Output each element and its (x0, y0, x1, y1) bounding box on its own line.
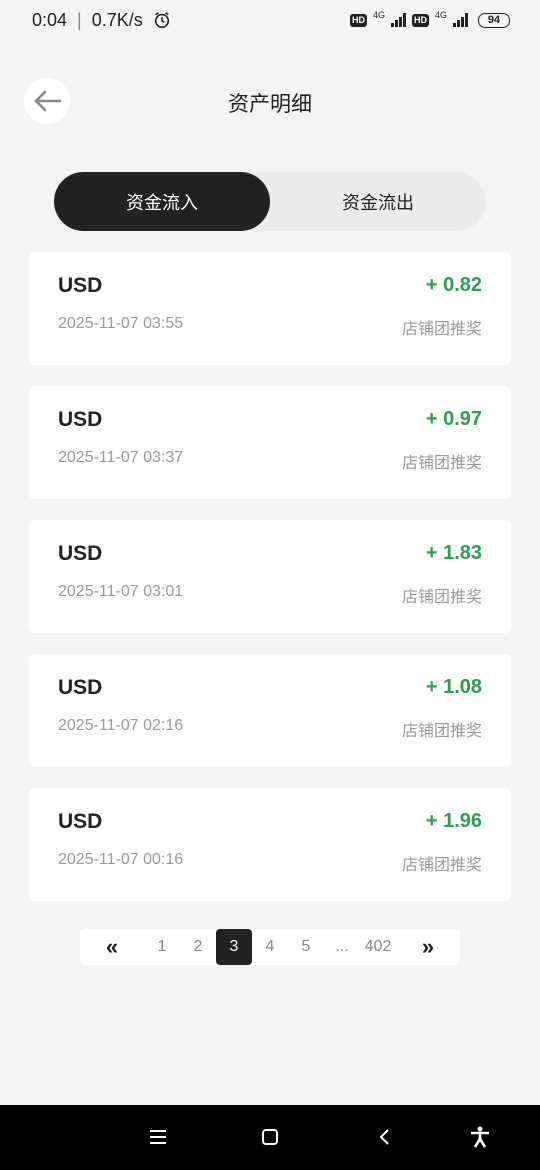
status-right: HD 4G HD 4G 94 (349, 10, 510, 28)
hd-badge-1: HD (349, 13, 367, 27)
chevron-left-icon (379, 1129, 389, 1145)
record-time: 2025-11-07 00:16 (58, 851, 184, 868)
next-page-button[interactable]: » (396, 929, 460, 965)
alarm-icon (154, 12, 169, 29)
tab-switcher: 资金流入 资金流出 (54, 172, 486, 231)
status-left: 0:04 | 0.7K/s (32, 10, 171, 31)
signal-icon-2 (453, 13, 468, 27)
battery-level: 94 (487, 13, 501, 26)
record-list: USD + 0.82 2025-11-07 03:55 店铺团推奖 USD + … (29, 252, 511, 922)
record-currency: USD (58, 810, 103, 833)
home-button[interactable] (250, 1117, 290, 1157)
network-type-2: 4G (434, 10, 447, 20)
battery-icon: 94 (478, 12, 510, 28)
menu-icon (150, 1130, 166, 1144)
status-time: 0:04 (32, 9, 68, 30)
status-separator: | (77, 9, 82, 30)
record-currency: USD (58, 542, 103, 565)
page-button-5[interactable]: 5 (288, 929, 324, 965)
record-time: 2025-11-07 03:55 (58, 315, 184, 332)
record-time: 2025-11-07 03:37 (58, 449, 184, 466)
list-item: USD + 0.82 2025-11-07 03:55 店铺团推奖 (29, 252, 511, 365)
record-type: 店铺团推奖 (401, 857, 482, 874)
record-type: 店铺团推奖 (401, 589, 482, 606)
page-button-4[interactable]: 4 (252, 929, 288, 965)
record-type: 店铺团推奖 (401, 455, 482, 472)
prev-page-button[interactable]: « (80, 929, 144, 965)
home-icon (262, 1129, 278, 1145)
page-button-2[interactable]: 2 (180, 929, 216, 965)
page-ellipsis: ... (324, 929, 360, 965)
page-button-current[interactable]: 3 (216, 929, 252, 965)
list-item: USD + 1.96 2025-11-07 00:16 店铺团推奖 (29, 788, 511, 901)
hd-badge-2: HD (411, 13, 429, 27)
page-button-1[interactable]: 1 (144, 929, 180, 965)
record-amount: + 1.83 (425, 542, 482, 564)
signal-icon-1 (390, 13, 406, 27)
network-speed: 0.7K/s (91, 9, 143, 30)
network-type-1: 4G (372, 10, 385, 20)
tab-outflow[interactable]: 资金流出 (270, 172, 486, 231)
system-back-button[interactable] (364, 1117, 404, 1157)
record-amount: + 1.08 (425, 676, 482, 698)
record-currency: USD (58, 274, 103, 297)
list-item: USD + 1.08 2025-11-07 02:16 店铺团推奖 (29, 654, 511, 767)
record-amount: + 0.97 (425, 408, 482, 430)
accessibility-button[interactable] (460, 1117, 500, 1157)
record-currency: USD (58, 676, 103, 699)
record-amount: + 0.82 (425, 274, 482, 296)
page-title: 资产明细 (228, 93, 312, 116)
record-type: 店铺团推奖 (401, 321, 482, 338)
record-type: 店铺团推奖 (401, 723, 482, 740)
menu-button[interactable] (138, 1117, 178, 1157)
list-item: USD + 0.97 2025-11-07 03:37 店铺团推奖 (29, 386, 511, 499)
pagination: « 1 2 3 4 5 ... 402 » (80, 929, 460, 965)
record-amount: + 1.96 (425, 810, 482, 832)
status-bar: 0:04 | 0.7K/s HD 4G HD 4G 94 (0, 0, 540, 40)
accessibility-icon (471, 1126, 489, 1148)
list-item: USD + 1.83 2025-11-07 03:01 店铺团推奖 (29, 520, 511, 633)
record-currency: USD (58, 408, 103, 431)
record-time: 2025-11-07 03:01 (58, 583, 184, 600)
record-time: 2025-11-07 02:16 (58, 717, 184, 734)
system-nav-bar (0, 1105, 540, 1170)
tab-inflow[interactable]: 资金流入 (54, 172, 270, 231)
page-button-last[interactable]: 402 (360, 929, 396, 965)
